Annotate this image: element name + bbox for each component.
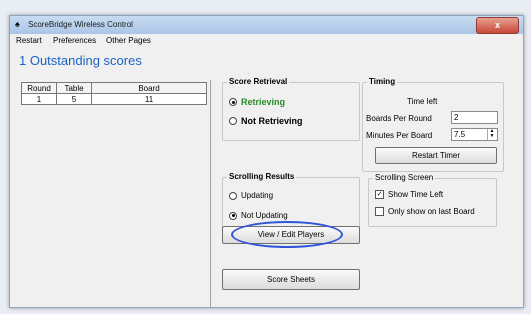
timing-group: Timing Time left Boards Per Round 2 Minu… [362,77,504,172]
scrolling-screen-title: Scrolling Screen [373,173,436,182]
show-time-left-checkbox[interactable]: ✓ Show Time Left [375,190,443,199]
radio-unselected-indicator [229,191,237,200]
empty-checkbox-icon [375,207,384,216]
outstanding-scores-table: Round Table Board 1 5 11 [21,82,207,105]
app-window: ♠ ScoreBridge Wireless Control x Restart… [9,15,524,308]
radio-retrieving-label: Retrieving [241,97,286,107]
radio-not-updating[interactable]: Not Updating [229,211,288,220]
checkmark-icon: ✓ [375,190,384,199]
table-header-row: Round Table Board [21,82,207,94]
boards-per-round-input[interactable]: 2 [451,111,498,124]
cell-round: 1 [21,93,57,105]
time-left-label: Time left [407,97,438,106]
show-time-left-label: Show Time Left [388,190,444,199]
cell-table: 5 [56,93,92,105]
minutes-per-board-label: Minutes Per Board [366,131,433,140]
close-button[interactable]: x [476,17,519,34]
spade-app-icon: ♠ [15,19,20,29]
radio-unselected-indicator [229,117,237,125]
score-retrieval-group: Score Retrieval Retrieving Not Retrievin… [222,77,360,141]
scrolling-results-title: Scrolling Results [227,172,297,181]
scrolling-screen-group: Scrolling Screen ✓ Show Time Left Only s… [368,173,497,227]
column-header-table[interactable]: Table [56,82,92,94]
radio-not-retrieving[interactable]: Not Retrieving [229,116,303,126]
radio-updating-label: Updating [241,191,274,200]
radio-selected-indicator [229,211,237,220]
highlight-ellipse [231,221,343,248]
radio-not-updating-label: Not Updating [241,211,288,220]
score-retrieval-title: Score Retrieval [227,77,290,86]
menu-restart[interactable]: Restart [16,36,42,45]
title-bar: ♠ ScoreBridge Wireless Control x [10,16,523,34]
boards-per-round-label: Boards Per Round [366,114,432,123]
menu-preferences[interactable]: Preferences [53,36,96,45]
column-header-round[interactable]: Round [21,82,57,94]
radio-updating[interactable]: Updating [229,191,273,200]
close-icon: x [494,20,500,30]
spinner-arrows-icon[interactable]: ▲ ▼ [487,129,496,140]
radio-retrieving[interactable]: Retrieving [229,97,285,107]
minutes-per-board-stepper[interactable]: 7.5 ▲ ▼ [451,128,498,141]
menu-other-pages[interactable]: Other Pages [106,36,151,45]
column-header-board[interactable]: Board [91,82,207,94]
radio-selected-indicator [229,98,237,106]
only-last-board-label: Only show on last Board [388,207,475,216]
panel-divider [210,80,211,307]
table-row[interactable]: 1 5 11 [21,93,207,105]
score-sheets-button[interactable]: Score Sheets [222,269,360,290]
menu-bar: Restart Preferences Other Pages [10,34,523,47]
radio-not-retrieving-label: Not Retrieving [241,116,303,126]
only-last-board-checkbox[interactable]: Only show on last Board [375,207,475,216]
outstanding-scores-heading: 1 Outstanding scores [19,53,142,68]
restart-timer-button[interactable]: Restart Timer [375,147,497,164]
timing-title: Timing [367,77,398,86]
minutes-per-board-value: 7.5 [454,130,466,139]
cell-board: 11 [91,93,207,105]
window-title: ScoreBridge Wireless Control [28,20,133,29]
